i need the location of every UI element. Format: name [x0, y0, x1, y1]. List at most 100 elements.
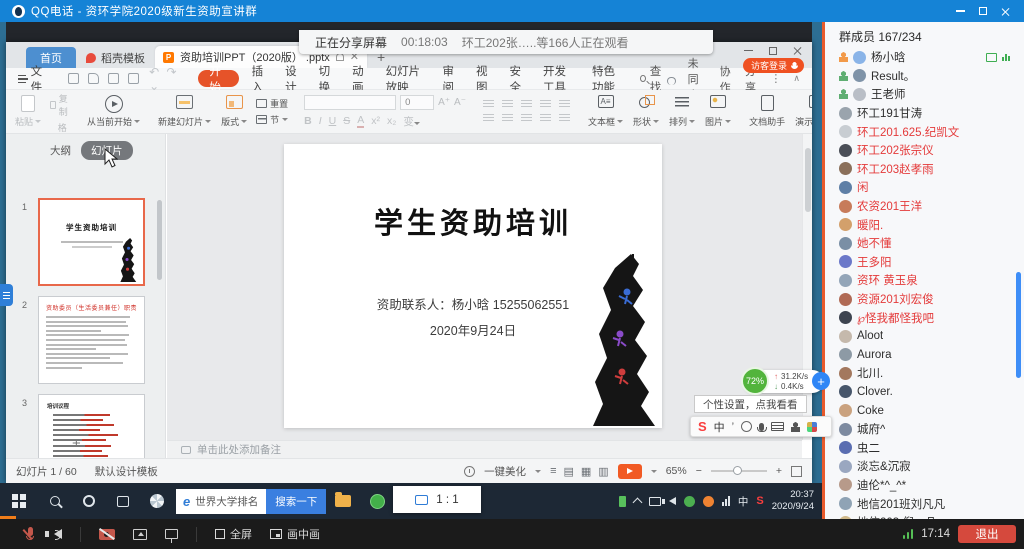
print-icon[interactable]: [108, 73, 119, 84]
sogou-ime-bar[interactable]: S 中 ’: [690, 416, 832, 437]
font-size-input[interactable]: 0: [400, 95, 434, 110]
start-button[interactable]: [0, 483, 38, 519]
sogou-icon[interactable]: S: [756, 495, 763, 507]
preview-icon[interactable]: [128, 73, 139, 84]
list-item[interactable]: 地信203 倪一凡: [825, 513, 1024, 519]
present-tools-button[interactable]: 演示工具: [790, 93, 812, 130]
emoji-icon[interactable]: [741, 421, 752, 432]
reset-button[interactable]: 重置: [256, 97, 288, 110]
view-notes-icon[interactable]: ≡: [550, 465, 556, 478]
zoom-slider-knob[interactable]: [733, 466, 742, 475]
list-item[interactable]: 资环 黄玉泉: [825, 271, 1024, 290]
list-item[interactable]: 环工203赵孝雨: [825, 160, 1024, 179]
line-spacing-icon[interactable]: [559, 100, 570, 109]
list-item[interactable]: Aurora: [825, 346, 1024, 365]
view-normal-icon[interactable]: ▤: [563, 465, 573, 478]
paste-button[interactable]: 粘贴: [10, 93, 46, 130]
underline-button[interactable]: U: [329, 115, 337, 127]
copy-button[interactable]: 复制: [50, 92, 70, 118]
zoom-out-button[interactable]: −: [696, 465, 702, 477]
list-item[interactable]: 淡忘&沉寂: [825, 457, 1024, 476]
exit-call-button[interactable]: 退出: [958, 525, 1016, 543]
web-search-button[interactable]: 搜索一下: [266, 489, 326, 514]
list-item[interactable]: ℘怪我都怪我吧: [825, 308, 1024, 327]
list-item[interactable]: Result。: [825, 67, 1024, 86]
play-from-current-button[interactable]: 从当前开始: [82, 93, 145, 130]
align-center-icon[interactable]: [502, 114, 513, 123]
list-item[interactable]: 农资201王洋: [825, 197, 1024, 216]
guest-login-badge[interactable]: 访客登录: [743, 58, 804, 73]
list-item[interactable]: 环工202张宗仪: [825, 141, 1024, 160]
thumbnail-scrollbar[interactable]: [157, 200, 162, 280]
text-effects-button[interactable]: 变: [403, 114, 420, 129]
beautify-button[interactable]: 一键美化: [484, 464, 526, 479]
qq-panel-handle[interactable]: [0, 284, 13, 306]
list-item[interactable]: 资源201刘宏俊: [825, 290, 1024, 309]
output-icon[interactable]: [88, 73, 99, 84]
zoom-in-button[interactable]: +: [776, 465, 782, 477]
list-item[interactable]: 环工191甘涛: [825, 104, 1024, 123]
list-item[interactable]: 环工201.625.纪凯文: [825, 122, 1024, 141]
grow-font-icon[interactable]: A⁺: [438, 97, 450, 108]
ime-indicator[interactable]: 中: [738, 494, 749, 509]
presentation-icon[interactable]: [165, 529, 178, 539]
camera-off-icon[interactable]: [99, 529, 115, 540]
list-item[interactable]: Clover.: [825, 383, 1024, 402]
bold-button[interactable]: B: [304, 115, 312, 127]
list-item[interactable]: 城府^: [825, 420, 1024, 439]
indent-decrease-icon[interactable]: [521, 100, 532, 109]
list-item[interactable]: 她不懂: [825, 234, 1024, 253]
subscript-button[interactable]: x₂: [387, 115, 396, 127]
app-green-button[interactable]: [360, 483, 394, 519]
close-button[interactable]: [1001, 7, 1010, 16]
task-view-button[interactable]: [106, 483, 140, 519]
maximize-button[interactable]: [979, 7, 987, 15]
list-item[interactable]: 地信201班刘凡凡: [825, 494, 1024, 513]
section-button[interactable]: 节: [256, 113, 288, 126]
current-slide[interactable]: 学生资助培训 资助联系人：杨小晗 15255062551 2020年9月24日: [284, 144, 662, 428]
slide-thumbnail-2[interactable]: 资助委员（生活委员兼任）职责: [38, 296, 145, 384]
tab-docer-templates[interactable]: 稻壳模板: [76, 47, 155, 68]
fullscreen-button[interactable]: 全屏: [215, 526, 252, 542]
picture-button[interactable]: 图片: [700, 93, 736, 130]
format-painter-button[interactable]: 格式刷: [50, 121, 70, 134]
tray-clock[interactable]: 20:37 2020/9/24: [772, 489, 814, 513]
network-icon[interactable]: [722, 496, 730, 506]
wechat-icon[interactable]: [684, 496, 695, 507]
notes-bar[interactable]: 单击此处添加备注: [167, 440, 802, 458]
volume-icon[interactable]: [669, 497, 676, 505]
browser-360-button[interactable]: [140, 483, 174, 519]
indent-increase-icon[interactable]: [540, 100, 551, 109]
numbering-icon[interactable]: [502, 100, 513, 109]
columns-icon[interactable]: [559, 114, 570, 123]
add-slide-button[interactable]: +: [72, 435, 81, 452]
sogou-logo-icon[interactable]: S: [698, 419, 707, 434]
ime-account-icon[interactable]: [791, 422, 800, 432]
ime-lang-toggle[interactable]: 中: [714, 419, 725, 435]
slideshow-play-button[interactable]: [618, 464, 642, 479]
textbox-button[interactable]: A≡ 文本框: [583, 93, 628, 130]
align-left-icon[interactable]: [483, 114, 494, 123]
italic-button[interactable]: I: [319, 115, 322, 127]
share-screen-icon[interactable]: [133, 529, 147, 540]
shapes-button[interactable]: 形状: [628, 93, 664, 130]
align-right-icon[interactable]: [521, 114, 532, 123]
list-item[interactable]: 北川.: [825, 364, 1024, 383]
shrink-font-icon[interactable]: A⁻: [454, 97, 466, 108]
file-explorer-button[interactable]: [326, 483, 360, 519]
menu-home-active[interactable]: 开始: [198, 70, 238, 87]
list-item[interactable]: 迪伦*^_^*: [825, 476, 1024, 495]
soft-keyboard-icon[interactable]: [771, 422, 784, 431]
bullets-icon[interactable]: [483, 100, 494, 109]
battery-icon[interactable]: [619, 496, 626, 507]
cortana-button[interactable]: [72, 483, 106, 519]
justify-icon[interactable]: [540, 114, 551, 123]
wps-minimize-button[interactable]: [744, 50, 753, 52]
wps-maximize-button[interactable]: [769, 47, 777, 55]
new-slide-button[interactable]: 新建幻灯片: [153, 93, 216, 130]
list-item[interactable]: 王老师: [825, 85, 1024, 104]
doc-assistant-button[interactable]: 文档助手: [744, 93, 790, 130]
list-item[interactable]: Coke: [825, 401, 1024, 420]
tray-expand-icon[interactable]: [632, 498, 642, 508]
invite-plus-button[interactable]: +: [812, 372, 830, 390]
